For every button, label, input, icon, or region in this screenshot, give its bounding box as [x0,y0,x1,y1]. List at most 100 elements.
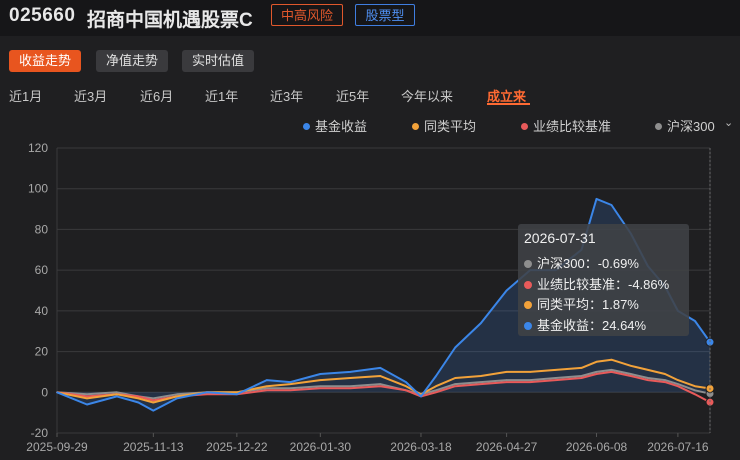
x-tick-label: 2026-01-30 [290,440,352,454]
tooltip-dot-hs300 [524,259,532,268]
point-peer [289,383,292,385]
point-benchmark [677,385,679,388]
point-hs300 [630,373,632,375]
y-tick-label: 40 [35,304,49,318]
point-fund [694,320,696,322]
y-tick-label: 20 [35,345,49,359]
x-tick-label: 2025-12-22 [206,440,268,454]
point-fund [435,375,437,377]
point-peer [555,369,557,371]
point-benchmark [630,375,632,377]
tooltip-text-fund: 基金收益：24.64% [537,318,647,333]
x-tick-label: 2026-04-27 [476,440,538,454]
point-benchmark [505,381,508,383]
y-tick-label: 100 [28,182,48,196]
x-tick-label: 2025-09-29 [26,440,88,454]
point-peer [505,371,508,373]
point-hs300 [529,379,531,381]
point-peer [677,379,679,381]
point-benchmark [480,383,482,385]
point-benchmark [152,399,155,402]
point-fund [152,409,155,412]
point-fund [266,379,268,381]
point-peer [405,385,407,388]
point-benchmark [349,387,352,390]
point-peer [137,397,140,400]
point-hs300 [555,377,557,379]
point-benchmark [664,381,666,383]
point-hs300 [379,383,382,385]
tooltip-row-benchmark: 业绩比较基准：-4.86% [524,274,669,293]
point-fund [289,381,292,383]
point-peer [176,395,178,398]
point-fund [56,391,58,394]
point-peer [454,377,457,379]
point-benchmark [610,371,613,373]
point-hs300 [677,383,679,385]
point-peer [379,375,382,377]
point-fund [505,289,508,292]
point-benchmark [289,389,292,392]
point-peer [647,369,649,371]
tooltip-dot-benchmark [524,280,532,289]
point-fund [379,367,382,369]
point-benchmark [580,377,583,379]
point-benchmark [266,389,268,392]
point-peer [349,377,352,379]
x-tick-label: 2026-07-16 [647,440,709,454]
point-hs300 [610,369,613,371]
point-fund [319,373,322,375]
point-peer [152,401,155,404]
x-tick-label: 2026-06-08 [566,440,628,454]
point-benchmark [379,385,382,388]
point-hs300 [664,379,666,381]
y-tick-label: 0 [41,385,48,399]
point-hs300 [86,393,88,396]
point-hs300 [266,387,268,390]
point-fund [454,346,457,349]
point-benchmark [405,389,407,392]
point-fund [595,198,598,200]
point-hs300 [580,375,583,377]
point-benchmark [206,393,208,396]
point-benchmark [319,387,322,390]
y-tick-label: 120 [28,141,48,155]
x-tick-label: 2025-11-13 [123,440,184,454]
y-tick-label: 60 [35,263,49,277]
tooltip-text-benchmark: 业绩比较基准：-4.86% [537,277,670,292]
point-hs300 [647,377,649,379]
point-peer [529,371,531,373]
point-benchmark [529,381,531,383]
point-fund [86,403,88,406]
tooltip-row-peer: 同类平均：1.87% [524,294,639,313]
y-tick-label: 80 [35,222,49,236]
point-fund [206,391,208,394]
point-peer [319,379,322,381]
point-benchmark [595,373,598,375]
tooltip-date: 2026-07-31 [524,230,596,246]
tooltip-row-fund: 基金收益：24.64% [524,315,646,334]
point-peer [595,361,598,363]
point-hs300 [289,387,292,390]
point-hs300 [319,385,322,388]
point-peer [580,367,583,369]
point-benchmark [694,393,696,396]
point-peer [86,397,88,400]
point-benchmark [137,395,140,398]
point-hs300 [116,391,118,394]
point-hs300 [176,393,178,396]
y-tick-label: -20 [31,426,49,440]
point-hs300 [349,385,352,388]
point-fund [116,395,118,398]
point-hs300 [454,383,457,385]
chart-tooltip: 2026-07-31 沪深300：-0.69% 业绩比较基准：-4.86% 同类… [518,224,689,336]
point-fund [420,395,422,398]
point-benchmark [435,391,437,394]
point-hs300 [435,389,437,392]
point-peer [694,385,696,388]
point-fund [176,397,178,400]
point-fund [610,204,613,206]
point-fund [236,393,238,396]
point-fund [137,401,140,404]
x-tick-label: 2026-03-18 [390,440,452,454]
